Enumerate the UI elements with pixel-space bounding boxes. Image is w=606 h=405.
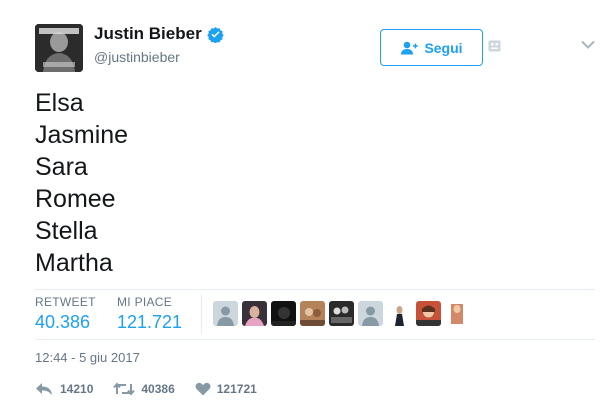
retweet-action[interactable]: 40386: [113, 382, 175, 396]
tweet-text: Elsa Jasmine Sara Romee Stella Martha: [35, 87, 128, 279]
tweet-timestamp[interactable]: 12:44 - 5 giu 2017: [35, 350, 140, 365]
liker-avatar[interactable]: [300, 301, 325, 326]
retweet-stat-value[interactable]: 40.386: [35, 312, 96, 333]
liker-avatar[interactable]: [387, 301, 412, 326]
retweet-icon: [113, 382, 136, 396]
reply-action[interactable]: 14210: [35, 382, 93, 396]
author-name-row[interactable]: Justin Bieber: [94, 24, 224, 44]
device-icon[interactable]: [488, 40, 501, 52]
likers-avatars: [213, 301, 470, 326]
heart-icon: [195, 382, 211, 396]
tweet-line: Romee: [35, 185, 116, 213]
author-display-name[interactable]: Justin Bieber: [94, 24, 202, 44]
stats-bottom-divider: [35, 339, 595, 340]
reply-icon: [36, 383, 52, 395]
tweet-line: Martha: [35, 249, 113, 277]
liker-avatar[interactable]: [416, 301, 441, 326]
liker-avatar[interactable]: [271, 301, 296, 326]
verified-badge-icon: [206, 26, 224, 43]
like-count: 121721: [216, 382, 257, 396]
liker-avatar[interactable]: [445, 301, 470, 326]
like-stat-value[interactable]: 121.721: [117, 312, 182, 333]
liker-avatar[interactable]: [358, 301, 383, 326]
like-stat-label: MI PIACE: [117, 295, 173, 309]
tweet-line: Elsa: [35, 89, 84, 117]
tweet-line: Stella: [35, 217, 98, 245]
retweet-stat[interactable]: RETWEET 40.386: [35, 295, 96, 333]
liker-avatar[interactable]: [329, 301, 354, 326]
follow-button-label: Segui: [424, 39, 463, 56]
reply-count: 14210: [60, 382, 94, 396]
liker-avatar[interactable]: [213, 301, 238, 326]
follow-button[interactable]: Segui: [380, 29, 483, 66]
tweet-line: Jasmine: [35, 121, 129, 149]
like-action[interactable]: 121721: [195, 382, 257, 396]
tweet-actions: 14210 40386 121721: [35, 382, 277, 396]
chevron-down-icon[interactable]: [581, 40, 595, 50]
retweet-count: 40386: [141, 382, 175, 396]
retweet-stat-label: RETWEET: [35, 295, 96, 309]
stats-top-divider: [35, 289, 595, 290]
follow-person-icon: [401, 41, 419, 54]
liker-avatar[interactable]: [242, 301, 267, 326]
tweet-line: Sara: [35, 153, 88, 181]
author-handle[interactable]: @justinbieber: [94, 49, 180, 65]
like-stat[interactable]: MI PIACE 121.721: [117, 295, 182, 333]
stats-separator: [201, 294, 202, 334]
author-avatar[interactable]: [35, 24, 83, 72]
